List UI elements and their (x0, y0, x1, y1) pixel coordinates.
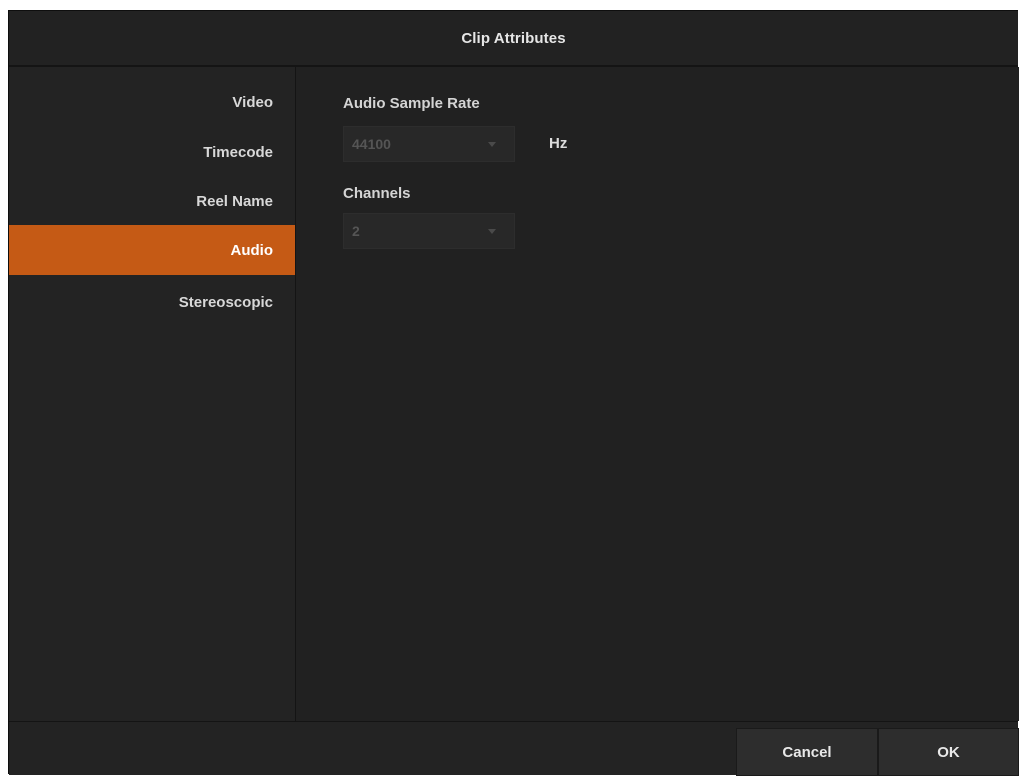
sidebar-item-reel-name[interactable]: Reel Name (9, 176, 295, 226)
dialog-footer: Cancel OK (9, 721, 1019, 776)
ok-button[interactable]: OK (878, 728, 1019, 776)
sidebar-item-label: Video (232, 93, 273, 111)
clip-attributes-dialog: Clip Attributes Video Timecode Reel Name… (8, 10, 1019, 776)
sample-rate-label: Audio Sample Rate (343, 95, 480, 112)
audio-settings-panel: Audio Sample Rate 44100 Hz Channels 2 (296, 67, 1019, 721)
sidebar-item-label: Timecode (203, 143, 273, 161)
channels-label: Channels (343, 185, 411, 202)
sidebar-item-audio[interactable]: Audio (9, 225, 295, 275)
channels-value: 2 (352, 223, 360, 239)
channels-select[interactable]: 2 (343, 213, 515, 249)
sidebar-item-stereoscopic[interactable]: Stereoscopic (9, 277, 295, 327)
sidebar-item-timecode[interactable]: Timecode (9, 127, 295, 177)
sample-rate-value: 44100 (352, 136, 391, 152)
dialog-title: Clip Attributes (461, 29, 566, 47)
sidebar: Video Timecode Reel Name Audio Stereosco… (9, 67, 296, 721)
sidebar-item-label: Audio (230, 241, 274, 259)
dialog-titlebar: Clip Attributes (9, 11, 1018, 67)
sample-rate-unit: Hz (549, 135, 568, 152)
sample-rate-select[interactable]: 44100 (343, 126, 515, 162)
sidebar-item-label: Stereoscopic (178, 293, 273, 311)
sidebar-item-video[interactable]: Video (9, 77, 295, 127)
chevron-down-icon (488, 141, 496, 147)
cancel-button[interactable]: Cancel (736, 728, 878, 776)
chevron-down-icon (488, 228, 496, 234)
sidebar-item-label: Reel Name (196, 192, 273, 210)
